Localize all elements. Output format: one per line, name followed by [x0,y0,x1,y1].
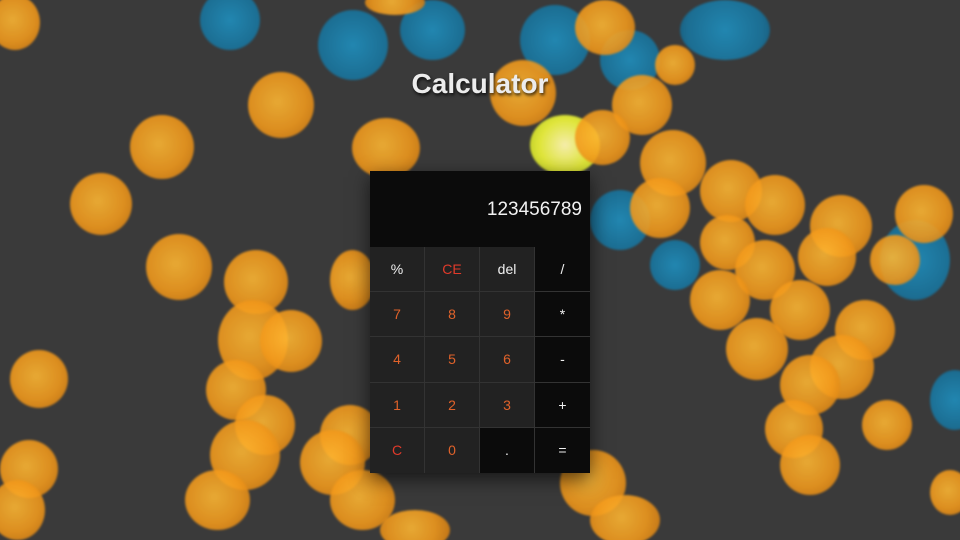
key-clear-entry[interactable]: CE [425,247,480,293]
key-8[interactable]: 8 [425,292,480,338]
key-7[interactable]: 7 [370,292,425,338]
key-9[interactable]: 9 [480,292,535,338]
key-2[interactable]: 2 [425,382,480,428]
key-1[interactable]: 1 [370,382,425,428]
key-5[interactable]: 5 [425,337,480,383]
display-value: 123456789 [486,199,582,220]
display-panel: 123456789 [370,171,590,248]
key-delete[interactable]: del [480,247,535,293]
key-equals[interactable]: = [535,427,590,473]
keypad: % CE del / 7 8 9 * 4 5 6 - 1 2 3 + C 0 .… [370,247,590,473]
key-divide[interactable]: / [535,247,590,293]
key-0[interactable]: 0 [425,427,480,473]
key-3[interactable]: 3 [480,382,535,428]
key-percent[interactable]: % [370,247,425,293]
key-clear[interactable]: C [370,427,425,473]
key-multiply[interactable]: * [535,292,590,338]
page-title: Calculator [411,68,549,99]
calculator: 123456789 % CE del / 7 8 9 * 4 5 6 - 1 2… [370,171,590,473]
key-4[interactable]: 4 [370,337,425,383]
key-decimal[interactable]: . [480,427,535,473]
key-6[interactable]: 6 [480,337,535,383]
key-subtract[interactable]: - [535,337,590,383]
key-add[interactable]: + [535,382,590,428]
